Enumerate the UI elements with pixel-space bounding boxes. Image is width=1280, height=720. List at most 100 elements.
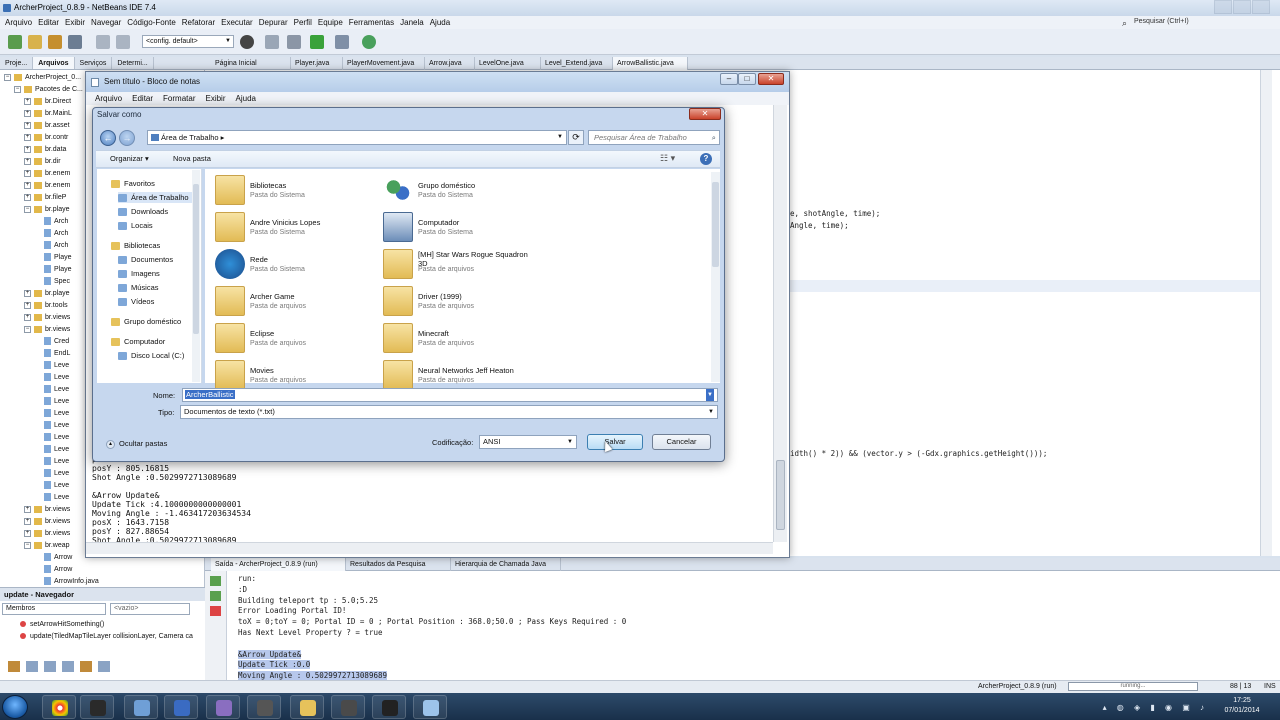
menu-item-0[interactable]: Arquivo [2,16,35,29]
left-tab[interactable]: Proje... [0,57,34,69]
editor-scrollbar[interactable] [1260,70,1272,556]
tree-item[interactable]: Arch [34,240,68,252]
left-tab[interactable]: Determi... [112,57,154,69]
sort-name-icon[interactable] [98,661,110,672]
tree-item[interactable]: Leve [34,492,69,504]
tree-item[interactable]: Playe [34,264,72,276]
new-file-icon[interactable] [28,35,42,49]
maximize-button[interactable] [1233,0,1251,14]
file-type-select[interactable]: Documentos de texto (*.txt) ▼ [180,405,718,419]
expander-icon[interactable]: + [24,97,31,105]
editor-tab[interactable]: LevelOne.java [475,57,541,70]
expander-icon[interactable]: + [24,133,31,141]
nav-item[interactable]: Documentos [118,254,173,265]
sort-icon[interactable] [80,661,92,672]
tree-item[interactable]: Cred [34,336,69,348]
taskbar-screen[interactable] [331,695,365,719]
tree-item[interactable]: Leve [34,420,69,432]
navigator-item[interactable]: update(TiledMapTileLayer collisionLayer,… [20,633,193,640]
new-folder-button[interactable]: Nova pasta [173,154,211,163]
undo-icon[interactable] [96,35,110,49]
file-item[interactable]: [MH] Star Wars Rogue Squadron 3D Pasta de… [383,249,543,283]
taskbar-calculator[interactable] [247,695,281,719]
editor-tab[interactable]: Arrow.java [425,57,475,70]
menu-item-6[interactable]: Executar [218,16,256,29]
config-select[interactable]: <config. default> ▼ [142,35,234,48]
taskbar-explorer[interactable] [290,695,324,719]
output-tab[interactable]: Resultados da Pesquisa [346,558,451,571]
navigation-scrollbar[interactable] [192,170,200,382]
expander-icon[interactable]: − [24,205,31,213]
fields-icon[interactable] [26,661,38,672]
taskbar-media[interactable] [372,695,406,719]
redo-icon[interactable] [116,35,130,49]
tree-item[interactable]: + br.MainL [24,108,72,120]
new-project-icon[interactable] [8,35,22,49]
tree-item[interactable]: Spec [34,276,70,288]
tree-item[interactable]: Arrow [34,564,72,576]
filter-icon[interactable] [8,661,20,672]
members-select[interactable]: Membros [2,603,106,615]
address-bar[interactable]: Área de Trabalho ▸ ▼ [147,130,567,145]
tree-item[interactable]: − Pacotes de C... [14,84,83,96]
tree-item[interactable]: − br.weap [24,540,70,552]
editor-tab[interactable]: ArrowBallistic.java [613,57,688,70]
file-item[interactable]: Bibliotecas Pasta do Sistema [215,175,375,209]
menu-item-7[interactable]: Depurar [256,16,291,29]
notepad-menu-item[interactable]: Editar [127,92,158,105]
nav-item[interactable]: Área de Trabalho [118,192,198,203]
left-tab[interactable]: Arquivos [33,57,75,69]
file-item[interactable]: Minecraft Pasta de arquivos [383,323,543,357]
forward-button[interactable]: → [119,130,135,146]
tree-item[interactable]: EndL [34,348,70,360]
tree-item[interactable]: Leve [34,444,69,456]
encoding-select[interactable]: ANSI ▼ [479,435,577,449]
save-button[interactable]: Salvar [587,434,643,450]
inherited-icon[interactable] [62,661,74,672]
nav-item[interactable]: Imagens [118,268,160,279]
menu-item-3[interactable]: Navegar [88,16,124,29]
file-item[interactable]: Driver (1999) Pasta de arquivos [383,286,543,320]
tree-item[interactable]: Leve [34,432,69,444]
expander-icon[interactable]: − [14,85,21,93]
file-item[interactable]: Computador Pasta do Sistema [383,212,543,246]
tree-item[interactable]: − ArcherProject_0... [4,72,81,84]
expander-icon[interactable]: + [24,289,31,297]
tree-item[interactable]: Leve [34,396,69,408]
nav-item[interactable]: Downloads [118,206,168,217]
taskbar-chrome[interactable] [42,695,76,719]
tree-item[interactable]: ArrowInfo.java [34,576,99,587]
tree-item[interactable]: Leve [34,372,69,384]
close-button[interactable] [1252,0,1270,14]
tree-item[interactable]: Arch [34,216,68,228]
scrollbar-thumb[interactable] [712,182,719,267]
tree-item[interactable]: + br.contr [24,132,68,144]
nav-item[interactable]: Disco Local (C:) [118,350,184,361]
open-project-icon[interactable] [48,35,62,49]
menu-item-11[interactable]: Janela [397,16,427,29]
nav-item[interactable]: Vídeos [118,296,154,307]
build-icon[interactable] [265,35,279,49]
minimize-button[interactable] [1214,0,1232,14]
system-tray[interactable]: ▴ ◍ ◈ ▮ ◉ ▣ ♪ [1103,703,1208,712]
organize-button[interactable]: Organizar ▾ [110,154,149,163]
tree-item[interactable]: + br.views [24,312,70,324]
stop-icon[interactable] [210,606,221,616]
scrollbar-thumb[interactable] [193,184,199,334]
notepad-menu-item[interactable]: Exibir [200,92,230,105]
notepad-close-button[interactable]: ✕ [758,73,784,85]
expander-icon[interactable]: + [24,505,31,513]
editor-tab[interactable]: PlayerMovement.java [343,57,425,70]
tree-item[interactable]: + br.views [24,528,70,540]
tree-item[interactable]: Leve [34,480,69,492]
notepad-maximize-button[interactable]: □ [738,73,756,85]
file-name-input[interactable]: ArcherBallistic ▼ [182,388,718,402]
tree-item[interactable]: Leve [34,384,69,396]
tree-item[interactable]: + br.enem [24,180,70,192]
expander-icon[interactable]: + [24,157,31,165]
notepad-horizontal-scrollbar[interactable] [86,542,773,554]
expander-icon[interactable]: + [24,313,31,321]
expander-icon[interactable]: + [24,301,31,309]
notepad-minimize-button[interactable]: – [720,73,738,85]
left-tab[interactable]: Serviços [75,57,113,69]
